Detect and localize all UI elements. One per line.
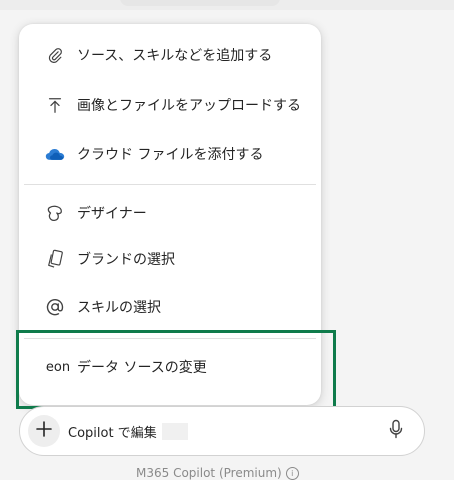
eon-icon-text: eon bbox=[45, 359, 71, 375]
menu-item-label: デザイナー bbox=[77, 206, 147, 222]
plus-icon bbox=[35, 420, 53, 442]
composer-bar[interactable]: Copilot で編集 bbox=[19, 406, 425, 456]
model-label: M365 Copilot (Premium) i bbox=[136, 466, 299, 480]
paperclip-icon bbox=[45, 45, 65, 65]
menu-item-designer[interactable]: デザイナー bbox=[19, 192, 321, 234]
composer-input[interactable]: Copilot で編集 bbox=[68, 422, 157, 441]
add-button[interactable] bbox=[28, 415, 60, 447]
menu-item-label: ブランドの選択 bbox=[77, 252, 175, 268]
previous-message-edge bbox=[120, 0, 280, 6]
menu-item-label: スキルの選択 bbox=[77, 300, 161, 316]
menu-item-label: データ ソースの変更 bbox=[77, 360, 207, 376]
brand-kit-icon bbox=[45, 249, 65, 269]
menu-item-change-data-source[interactable]: eon データ ソースの変更 bbox=[19, 346, 321, 388]
menu-item-label: クラウド ファイルを添付する bbox=[77, 147, 264, 163]
menu-divider bbox=[24, 184, 316, 185]
microphone-icon bbox=[388, 419, 404, 443]
menu-item-attach-cloud-files[interactable]: クラウド ファイルを添付する bbox=[19, 133, 321, 175]
menu-item-label: ソース、スキルなどを追加する bbox=[77, 48, 273, 64]
menu-item-upload-files[interactable]: 画像とファイルをアップロードする bbox=[19, 84, 321, 126]
menu-item-brand-select[interactable]: ブランドの選択 bbox=[19, 238, 321, 280]
info-icon[interactable]: i bbox=[285, 467, 299, 480]
menu-item-label: 画像とファイルをアップロードする bbox=[77, 98, 301, 114]
model-label-text: M365 Copilot (Premium) bbox=[136, 466, 282, 480]
onedrive-cloud-icon bbox=[45, 144, 65, 164]
add-menu: ソース、スキルなどを追加する 画像とファイルをアップロードする クラウド ファイ… bbox=[19, 24, 321, 405]
menu-item-add-sources[interactable]: ソース、スキルなどを追加する bbox=[19, 34, 321, 76]
copilot-panel: ソース、スキルなどを追加する 画像とファイルをアップロードする クラウド ファイ… bbox=[0, 0, 454, 480]
menu-item-skill-select[interactable]: スキルの選択 bbox=[19, 286, 321, 328]
eon-icon: eon bbox=[44, 357, 72, 377]
at-sign-icon bbox=[45, 297, 65, 317]
designer-icon bbox=[45, 203, 65, 223]
upload-icon bbox=[45, 95, 65, 115]
microphone-button[interactable] bbox=[385, 419, 407, 443]
menu-divider bbox=[24, 338, 316, 339]
text-cursor-area bbox=[162, 423, 188, 440]
